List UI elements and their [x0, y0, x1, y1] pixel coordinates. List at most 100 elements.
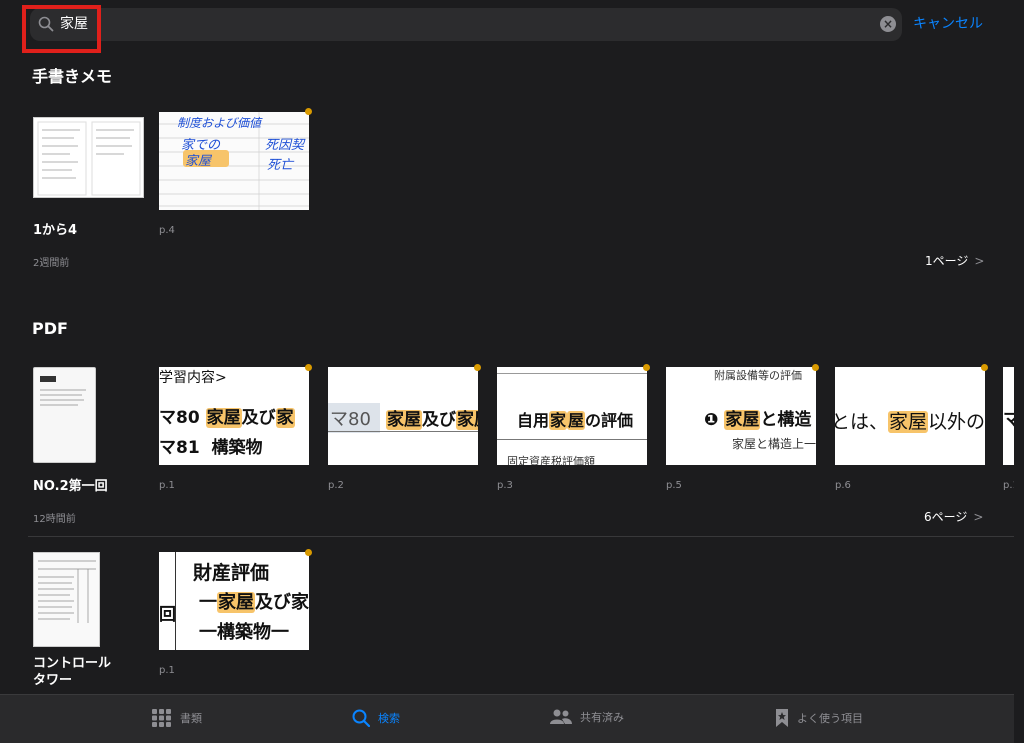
- handwriting-text: 死亡: [267, 158, 294, 173]
- cancel-button[interactable]: キャンセル: [913, 13, 983, 33]
- page-text: 一家屋及び家: [199, 588, 309, 614]
- document-thumbnail-control-tower[interactable]: [33, 552, 100, 647]
- grid-icon: [152, 709, 171, 727]
- match-dot-icon: [643, 364, 650, 371]
- handwriting-text: 制度および価値: [177, 116, 262, 130]
- page-text: 構築物: [211, 438, 263, 458]
- section-title-pdf: PDF: [32, 319, 68, 338]
- page-text: 固定資産税評価額: [507, 455, 595, 465]
- search-input[interactable]: [60, 8, 880, 41]
- divider-line: [328, 431, 478, 432]
- page-thumbnail[interactable]: 回 財産評価 一家屋及び家 一構築物一: [159, 552, 309, 650]
- tab-shared[interactable]: 共有済み: [550, 709, 624, 725]
- page-text: 及び: [422, 410, 456, 430]
- more-pages-label: 6ページ: [924, 510, 968, 524]
- tab-label: 書類: [180, 712, 202, 725]
- tab-bar: 書類 検索 共有済み よく使う項目: [0, 694, 1014, 743]
- document-thumbnail-no2[interactable]: [33, 367, 96, 463]
- document-thumbnail-1kara4[interactable]: [33, 117, 144, 198]
- match-highlight: 家屋: [888, 411, 929, 433]
- people-icon: [550, 709, 572, 724]
- page-text: 附属設備等の評価: [714, 369, 802, 382]
- document-preview: [40, 376, 86, 406]
- page-text: の評価: [585, 411, 634, 430]
- clear-search-icon[interactable]: ×: [880, 16, 896, 32]
- page-text: ❶ 家屋と構造: [704, 405, 811, 430]
- document-name[interactable]: NO.2第一回: [33, 478, 108, 495]
- match-dot-icon: [305, 549, 312, 556]
- match-highlight: 家屋: [217, 592, 255, 613]
- document-timestamp: 12時間前: [33, 514, 76, 525]
- page-text: 財産評価: [193, 562, 270, 584]
- page-text: 以外の: [928, 411, 985, 433]
- match-dot-icon: [474, 364, 481, 371]
- page-thumbnail[interactable]: 制度および価値 家での 家屋 死因契 死亡: [159, 112, 309, 210]
- chevron-right-icon: >: [973, 510, 984, 524]
- chevron-right-icon: >: [974, 254, 985, 268]
- page-text: マ80 家屋及び家: [159, 403, 295, 428]
- more-pages-link[interactable]: 1ページ >: [925, 252, 984, 269]
- match-highlight: 家屋: [205, 408, 242, 428]
- handwriting-text: 死因契: [265, 138, 305, 153]
- page-label: p.6: [835, 480, 851, 491]
- page-text: 及び: [241, 408, 276, 428]
- match-highlight: 家屋: [456, 410, 478, 430]
- document-name[interactable]: コントロール タワー: [33, 655, 111, 689]
- tab-label: 検索: [378, 712, 400, 725]
- document-preview: [38, 560, 96, 623]
- match-dot-icon: [305, 108, 312, 115]
- tab-label: よく使う項目: [797, 712, 863, 725]
- page-text: 及び家: [255, 592, 309, 613]
- page-thumbnail[interactable]: 学習内容> マ80 家屋及び家 マ81 構築物: [159, 367, 309, 465]
- section-divider: [28, 536, 1024, 537]
- page-label: p.1: [159, 665, 175, 676]
- page-text: 一: [199, 592, 217, 613]
- page-text: とは、家屋以外の: [835, 407, 985, 434]
- page-label: p.1: [159, 480, 175, 491]
- document-preview: [37, 121, 141, 196]
- match-highlight: 屋: [567, 411, 586, 430]
- page-text: 学習内容>: [159, 370, 227, 386]
- match-highlight: 家屋: [724, 410, 761, 430]
- page-text: 家屋と構造上一: [732, 437, 816, 451]
- tab-favorites[interactable]: よく使う項目: [775, 709, 863, 727]
- document-name[interactable]: 1から4: [33, 222, 77, 239]
- page-text: マ81 構築物: [159, 433, 263, 458]
- numbered-marker-icon: ❶: [704, 410, 719, 430]
- divider-line: [497, 439, 647, 440]
- page-thumbnail[interactable]: 自用家 屋の評価 固定資産税評価額: [497, 367, 647, 465]
- tab-documents[interactable]: 書類: [152, 709, 202, 727]
- page-text: マ80: [330, 409, 371, 430]
- match-dot-icon: [812, 364, 819, 371]
- page-label: p.1: [1003, 480, 1014, 491]
- page-text: マ80: [159, 408, 200, 428]
- page-text: マ: [1003, 410, 1014, 430]
- search-bar[interactable]: ×: [30, 8, 902, 41]
- page-thumbnail[interactable]: マ: [1003, 367, 1014, 465]
- page-label: p.3: [497, 480, 513, 491]
- scrollbar[interactable]: [1014, 0, 1024, 742]
- tab-search[interactable]: 検索: [352, 709, 400, 727]
- page-thumbnail[interactable]: 附属設備等の評価 ❶ 家屋と構造 家屋と構造上一: [666, 367, 816, 465]
- match-highlight: 家屋: [386, 410, 422, 430]
- match-highlight: 家: [549, 411, 568, 430]
- page-text: 一構築物一: [199, 622, 289, 643]
- handwriting-text-match: 家屋: [185, 154, 212, 169]
- page-thumbnail[interactable]: マ80 家屋及び家屋: [328, 367, 478, 465]
- bookmark-star-icon: [776, 709, 788, 727]
- page-label: p.2: [328, 480, 344, 491]
- section-title-handwritten: 手書きメモ: [32, 67, 113, 86]
- page-text: マ81: [159, 438, 200, 458]
- more-pages-label: 1ページ: [925, 254, 969, 268]
- page-label: p.4: [159, 225, 175, 236]
- search-icon: [352, 709, 370, 727]
- page-text: 自用家 屋の評価: [517, 407, 633, 431]
- tab-label: 共有済み: [580, 711, 624, 724]
- more-pages-link[interactable]: 6ページ >: [924, 508, 983, 525]
- match-dot-icon: [981, 364, 988, 371]
- page-text: とは、: [835, 411, 889, 433]
- page-text: 回: [159, 605, 176, 625]
- page-text: 家屋及び家屋: [386, 405, 478, 430]
- page-thumbnail[interactable]: とは、家屋以外の: [835, 367, 985, 465]
- divider-line: [497, 373, 647, 374]
